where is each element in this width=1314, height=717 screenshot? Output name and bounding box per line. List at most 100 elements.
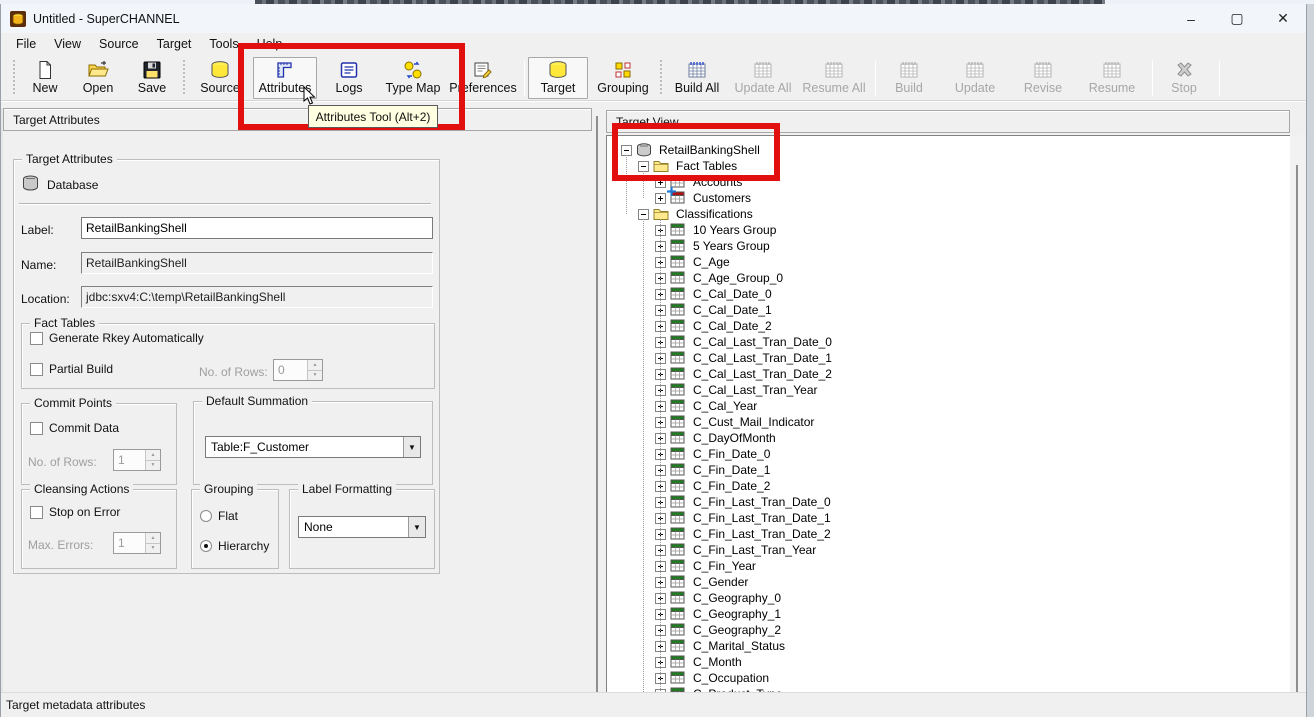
tree-item-c-geography-0[interactable]: C_Geography_0: [655, 590, 783, 606]
tree-item-c-fin-date-1[interactable]: C_Fin_Date_1: [655, 462, 772, 478]
tree-item-c-fin-last-tran-date-1[interactable]: C_Fin_Last_Tran_Date_1: [655, 510, 833, 526]
max-errors-spinner[interactable]: 1 ▲▼: [113, 532, 161, 554]
menu-item-target[interactable]: Target: [148, 35, 201, 53]
tree-item-c-month[interactable]: C_Month: [655, 654, 744, 670]
checkbox-box[interactable]: [30, 506, 43, 519]
stop-icon: [1174, 60, 1194, 80]
target-tree: RetailBankingShellFact TablesAccountsCus…: [607, 136, 1290, 696]
menu-item-source[interactable]: Source: [90, 35, 148, 53]
grouping-button[interactable]: Grouping: [592, 57, 654, 99]
partial-build-checkbox[interactable]: Partial Build: [30, 362, 113, 376]
resume-all-button[interactable]: Resume All: [800, 57, 868, 99]
tree-item-classifications[interactable]: Classifications: [638, 206, 755, 222]
revise-button[interactable]: Revise: [1011, 57, 1075, 99]
tree-item-customers[interactable]: Customers: [655, 190, 753, 206]
tree-item-c-dayofmonth[interactable]: C_DayOfMonth: [655, 430, 778, 446]
tree-item-c-fin-last-tran-year[interactable]: C_Fin_Last_Tran_Year: [655, 542, 818, 558]
tree-item-c-geography-1[interactable]: C_Geography_1: [655, 606, 783, 622]
tree-item-c-occupation[interactable]: C_Occupation: [655, 670, 771, 686]
menu-item-file[interactable]: File: [7, 35, 45, 53]
tree-item-c-fin-date-0[interactable]: C_Fin_Date_0: [655, 446, 772, 462]
update-button[interactable]: Update: [943, 57, 1007, 99]
commit-data-checkbox[interactable]: Commit Data: [30, 421, 119, 435]
collapse-icon[interactable]: [638, 209, 649, 220]
tree-item-5-years-group[interactable]: 5 Years Group: [655, 238, 772, 254]
tree-item-c-fin-last-tran-date-2[interactable]: C_Fin_Last_Tran_Date_2: [655, 526, 833, 542]
tree-item-c-gender[interactable]: C_Gender: [655, 574, 750, 590]
tree-item-c-cal-year[interactable]: C_Cal_Year: [655, 398, 759, 414]
radio-circle[interactable]: [200, 540, 212, 552]
tree-item-c-fin-year[interactable]: C_Fin_Year: [655, 558, 758, 574]
generate-rkey-checkbox[interactable]: Generate Rkey Automatically: [30, 331, 204, 345]
default-summation-dropdown[interactable]: Table:F_Customer ▼: [205, 436, 421, 458]
tree-item-c-cal-date-0[interactable]: C_Cal_Date_0: [655, 286, 774, 302]
rows-spinner[interactable]: 0 ▲▼: [273, 359, 323, 381]
max-errors-label: Max. Errors:: [28, 538, 93, 552]
tree-item-10-years-group[interactable]: 10 Years Group: [655, 222, 778, 238]
toolbar-button-label: Target: [541, 81, 576, 95]
tree-connector-line: [643, 219, 644, 696]
build-all-button[interactable]: Build All: [668, 57, 726, 99]
table-green-icon: [670, 399, 686, 413]
tree-item-c-cal-last-tran-year[interactable]: C_Cal_Last_Tran_Year: [655, 382, 820, 398]
spinner-up-icon[interactable]: ▲: [146, 450, 160, 461]
build-calendar-icon: [1032, 60, 1054, 80]
tree-scrollbar[interactable]: [1290, 135, 1306, 696]
name-input: RetailBankingShell: [81, 252, 433, 274]
open-button[interactable]: Open: [73, 57, 123, 99]
checkbox-box[interactable]: [30, 422, 43, 435]
dropdown-arrow-icon[interactable]: ▼: [408, 517, 425, 537]
dropdown-arrow-icon[interactable]: ▼: [403, 437, 420, 457]
maximize-button[interactable]: ▢: [1214, 4, 1260, 33]
save-button[interactable]: Save: [127, 57, 177, 99]
tree-item-c-cal-last-tran-date-1[interactable]: C_Cal_Last_Tran_Date_1: [655, 350, 834, 366]
checkbox-box[interactable]: [30, 363, 43, 376]
expand-icon[interactable]: [655, 193, 666, 204]
resume-button[interactable]: Resume: [1079, 57, 1145, 99]
tree-item-c-fin-last-tran-date-0[interactable]: C_Fin_Last_Tran_Date_0: [655, 494, 833, 510]
tree-item-c-marital-status[interactable]: C_Marital_Status: [655, 638, 787, 654]
update-all-button[interactable]: Update All: [730, 57, 796, 99]
tree-item-c-age-group-0[interactable]: C_Age_Group_0: [655, 270, 785, 286]
label-input[interactable]: RetailBankingShell: [81, 217, 433, 239]
tree-item-c-cal-last-tran-date-0[interactable]: C_Cal_Last_Tran_Date_0: [655, 334, 834, 350]
new-button[interactable]: New: [21, 57, 69, 99]
app-icon: [10, 11, 26, 27]
stop-button[interactable]: Stop: [1156, 57, 1212, 99]
table-green-icon: [670, 543, 686, 557]
tree-item-c-fin-date-2[interactable]: C_Fin_Date_2: [655, 478, 772, 494]
table-green-icon: [670, 655, 686, 669]
tree-item-c-cal-last-tran-date-2[interactable]: C_Cal_Last_Tran_Date_2: [655, 366, 834, 382]
radio-label: Hierarchy: [218, 539, 269, 553]
tree-item-c-cal-date-1[interactable]: C_Cal_Date_1: [655, 302, 774, 318]
stop-on-error-checkbox[interactable]: Stop on Error: [30, 505, 120, 519]
checkbox-label: Commit Data: [49, 421, 119, 435]
spinner-down-icon[interactable]: ▼: [308, 371, 322, 381]
attributes-tooltip: Attributes Tool (Alt+2): [308, 105, 438, 128]
minimize-button[interactable]: –: [1168, 4, 1214, 33]
build-button[interactable]: Build: [879, 57, 939, 99]
spinner-down-icon[interactable]: ▼: [146, 461, 160, 471]
tree-item-label: Classifications: [674, 207, 755, 221]
pane-splitter[interactable]: [592, 108, 606, 696]
spinner-up-icon[interactable]: ▲: [146, 533, 160, 544]
grouping-hierarchy-radio[interactable]: Hierarchy: [200, 539, 269, 553]
label-formatting-dropdown[interactable]: None ▼: [298, 516, 426, 538]
grouping-flat-radio[interactable]: Flat: [200, 509, 238, 523]
tree-item-c-geography-2[interactable]: C_Geography_2: [655, 622, 783, 638]
close-button[interactable]: ✕: [1260, 4, 1306, 33]
table-green-icon: [670, 591, 686, 605]
toolbar-button-label: Grouping: [597, 81, 648, 95]
tree-item-c-age[interactable]: C_Age: [655, 254, 732, 270]
spinner-down-icon[interactable]: ▼: [146, 544, 160, 554]
build-calendar-icon: [964, 60, 986, 80]
save-floppy-icon: [142, 60, 162, 80]
radio-circle[interactable]: [200, 510, 212, 522]
spinner-up-icon[interactable]: ▲: [308, 360, 322, 371]
target-button[interactable]: Target: [528, 57, 588, 99]
checkbox-box[interactable]: [30, 332, 43, 345]
commit-rows-spinner[interactable]: 1 ▲▼: [113, 449, 161, 471]
menu-item-view[interactable]: View: [45, 35, 90, 53]
tree-item-c-cal-date-2[interactable]: C_Cal_Date_2: [655, 318, 774, 334]
tree-item-c-cust-mail-indicator[interactable]: C_Cust_Mail_Indicator: [655, 414, 816, 430]
